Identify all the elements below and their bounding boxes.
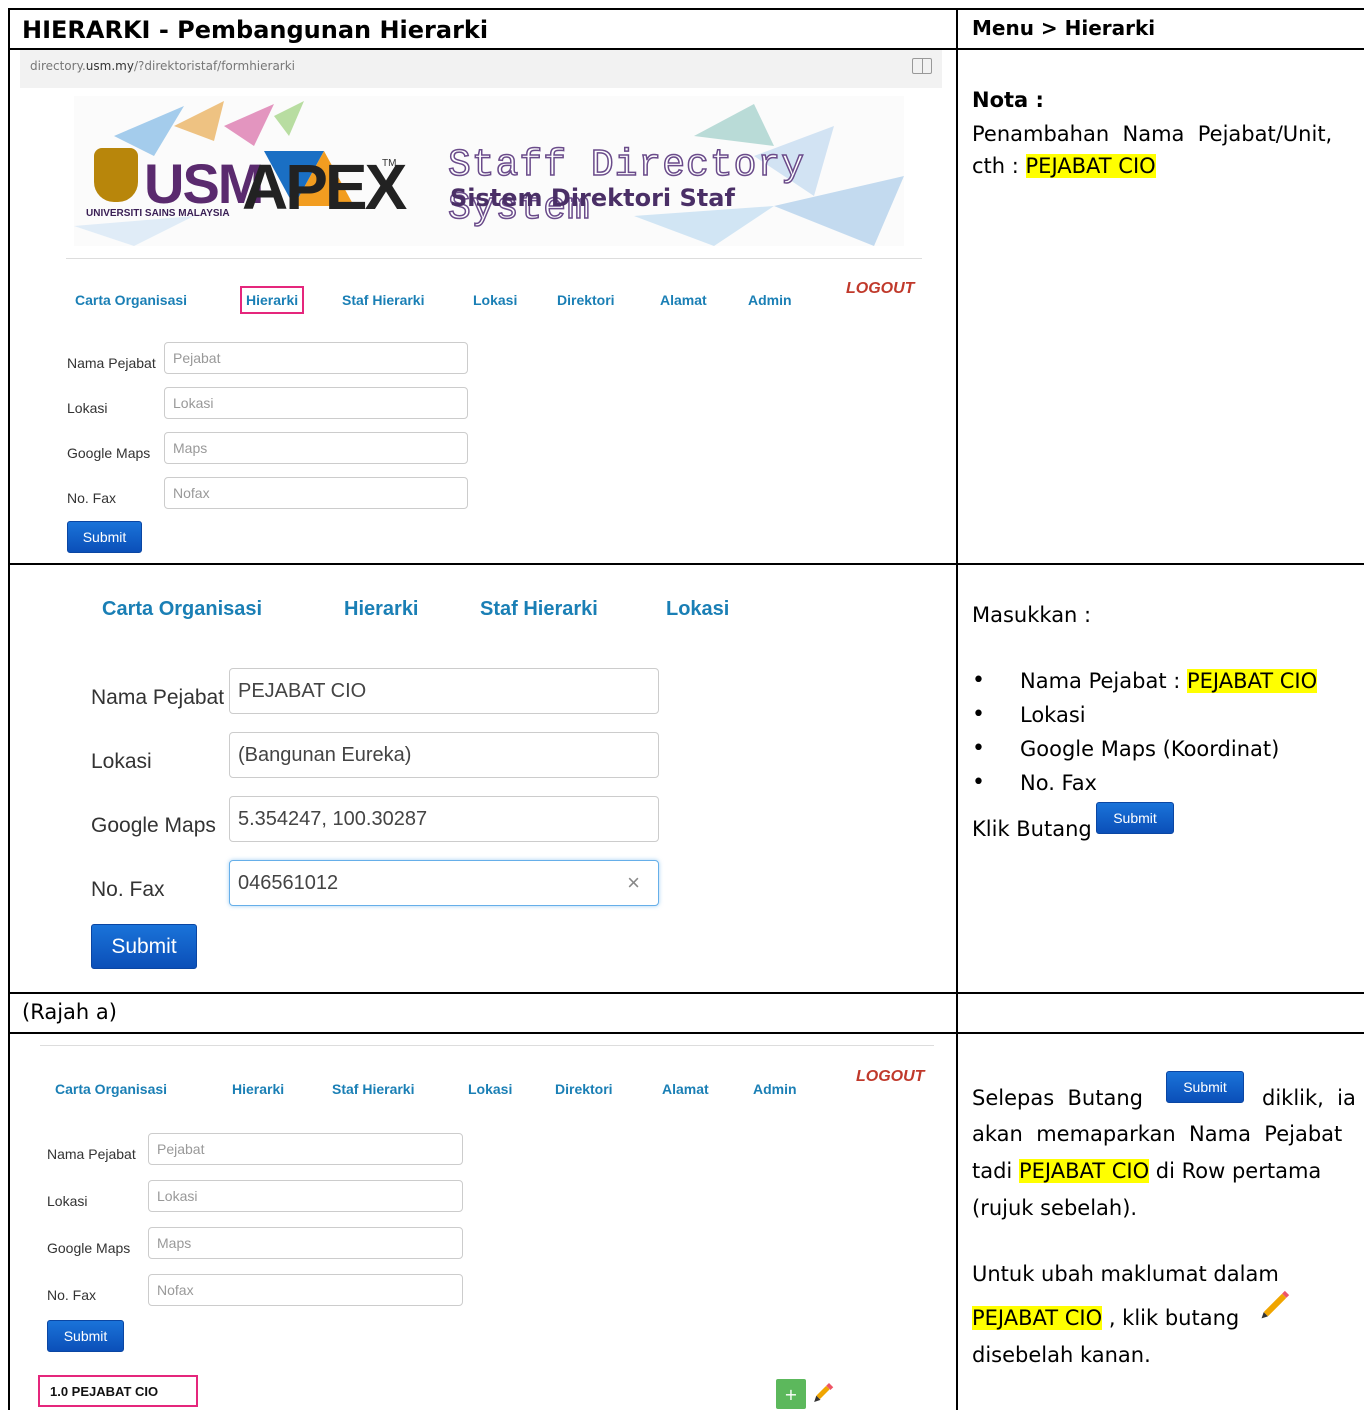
logout-button[interactable]: LOGOUT (856, 1068, 924, 1086)
table-border-row1 (8, 563, 1364, 565)
list-item: Lokasi (972, 700, 1317, 734)
page-title: HIERARKI - Pembangunan Hierarki (22, 16, 489, 44)
submit-button[interactable]: Submit (91, 924, 197, 969)
add-child-button[interactable]: + (776, 1379, 806, 1409)
nota-line2: cth : PEJABAT CIO (972, 154, 1156, 178)
browser-url: directory.usm.my/?direktoristaf/formhier… (30, 59, 296, 73)
nav-hierarki[interactable]: Hierarki (239, 286, 305, 314)
input-lokasi[interactable]: Lokasi (148, 1180, 463, 1212)
submit-button-sample: Submit (1096, 802, 1174, 834)
nav-admin[interactable]: Admin (748, 292, 792, 308)
label-nama-pejabat: Nama Pejabat (47, 1146, 136, 1162)
input-no-fax[interactable]: Nofax (148, 1274, 463, 1306)
nav-hierarki[interactable]: Hierarki (232, 1081, 284, 1097)
input-google-maps[interactable]: 5.354247, 100.30287 (229, 796, 659, 842)
input-nama-pejabat[interactable]: PEJABAT CIO (229, 668, 659, 714)
apex-logo-text: APEX (242, 151, 407, 223)
ubah-text: Untuk ubah maklumat dalam (972, 1262, 1279, 1286)
nav-alamat[interactable]: Alamat (660, 292, 707, 308)
nota-heading: Nota : (972, 88, 1044, 112)
system-title-ms: Sistem Direktori Staf (450, 184, 735, 212)
label-no-fax: No. Fax (91, 878, 165, 901)
nav-lokasi[interactable]: Lokasi (473, 292, 517, 308)
reader-view-icon[interactable] (912, 58, 932, 74)
input-nama-pejabat[interactable]: Pejabat (148, 1133, 463, 1165)
label-nama-pejabat: Nama Pejabat (67, 355, 156, 371)
table-border-middle (956, 8, 958, 1410)
nav-direktori[interactable]: Direktori (557, 292, 615, 308)
label-no-fax: No. Fax (47, 1287, 97, 1303)
label-no-fax: No. Fax (67, 490, 117, 506)
label-lokasi: Lokasi (91, 750, 152, 773)
clear-icon[interactable]: × (627, 870, 640, 896)
nav-carta-organisasi[interactable]: Carta Organisasi (102, 598, 262, 621)
logout-button[interactable]: LOGOUT (846, 280, 914, 298)
figure-caption: (Rajah a) (22, 1000, 117, 1024)
table-border-caption (8, 1032, 1364, 1034)
table-border-row2 (8, 992, 1364, 994)
masukkan-label: Masukkan : (972, 603, 1092, 627)
nav-direktori[interactable]: Direktori (555, 1081, 613, 1097)
nav-staf-hierarki[interactable]: Staf Hierarki (342, 292, 424, 308)
university-name: UNIVERSITI SAINS MALAYSIA (86, 208, 230, 219)
submit-button[interactable]: Submit (67, 521, 142, 553)
input-no-fax[interactable]: 046561012 × (229, 860, 659, 906)
input-no-fax[interactable]: Nofax (164, 477, 468, 509)
label-google-maps: Google Maps (91, 814, 216, 837)
nav-admin[interactable]: Admin (753, 1081, 797, 1097)
nav-lokasi[interactable]: Lokasi (666, 598, 729, 621)
input-nama-pejabat[interactable]: Pejabat (164, 342, 468, 374)
nav-hierarki[interactable]: Hierarki (344, 598, 419, 621)
nota-line1: Penambahan Nama Pejabat/Unit, (972, 122, 1333, 146)
label-google-maps: Google Maps (67, 445, 151, 461)
list-item: Nama Pejabat : PEJABAT CIO (972, 666, 1318, 700)
table-border-top (8, 8, 1364, 10)
submit-button-sample: Submit (1166, 1071, 1244, 1103)
list-item: Google Maps (Koordinat) (972, 734, 1317, 768)
menu-path: Menu > Hierarki (972, 16, 1156, 40)
input-lokasi[interactable]: (Bangunan Eureka) (229, 732, 659, 778)
rujuk-text: (rujuk sebelah). (972, 1196, 1138, 1220)
table-border-left (8, 8, 10, 1410)
klik-butang-text: Klik Butang (972, 817, 1092, 841)
tadi-text: tadi PEJABAT CIO di Row pertama (972, 1159, 1322, 1183)
trademark-mark: TM (382, 158, 397, 169)
nav-staf-hierarki[interactable]: Staf Hierarki (332, 1081, 414, 1097)
usm-crest-icon (94, 148, 138, 202)
selepas-text-b: diklik, ia (1262, 1086, 1356, 1110)
label-google-maps: Google Maps (47, 1240, 131, 1256)
selepas-text-a: Selepas Butang (972, 1086, 1143, 1110)
disebelah-text: disebelah kanan. (972, 1343, 1151, 1367)
app-banner: USM UNIVERSITI SAINS MALAYSIA APEX TM St… (74, 96, 904, 246)
input-google-maps[interactable]: Maps (148, 1227, 463, 1259)
nav-separator (40, 1045, 934, 1046)
nav-carta-organisasi[interactable]: Carta Organisasi (75, 292, 187, 308)
nav-carta-organisasi[interactable]: Carta Organisasi (55, 1081, 167, 1097)
nav-alamat[interactable]: Alamat (662, 1081, 709, 1097)
input-lokasi[interactable]: Lokasi (164, 387, 468, 419)
input-no-fax-value: 046561012 (238, 871, 339, 894)
ubah-value-text: PEJABAT CIO , klik butang (972, 1306, 1240, 1330)
label-lokasi: Lokasi (67, 400, 108, 416)
submit-button[interactable]: Submit (47, 1320, 124, 1352)
input-field-list: Nama Pejabat : PEJABAT CIO Lokasi Google… (972, 666, 1318, 802)
label-nama-pejabat: Nama Pejabat (91, 686, 225, 709)
hierarchy-row-pejabat-cio[interactable]: 1.0 PEJABAT CIO (38, 1375, 198, 1407)
nav-staf-hierarki[interactable]: Staf Hierarki (480, 598, 598, 621)
label-lokasi: Lokasi (47, 1193, 88, 1209)
nav-lokasi[interactable]: Lokasi (468, 1081, 512, 1097)
nav-separator (66, 258, 922, 259)
browser-url-bar[interactable]: directory.usm.my/?direktoristaf/formhier… (20, 50, 942, 88)
memaparkan-text: akan memaparkan Nama Pejabat (972, 1122, 1343, 1146)
list-item: No. Fax (972, 768, 1317, 802)
input-google-maps[interactable]: Maps (164, 432, 468, 464)
